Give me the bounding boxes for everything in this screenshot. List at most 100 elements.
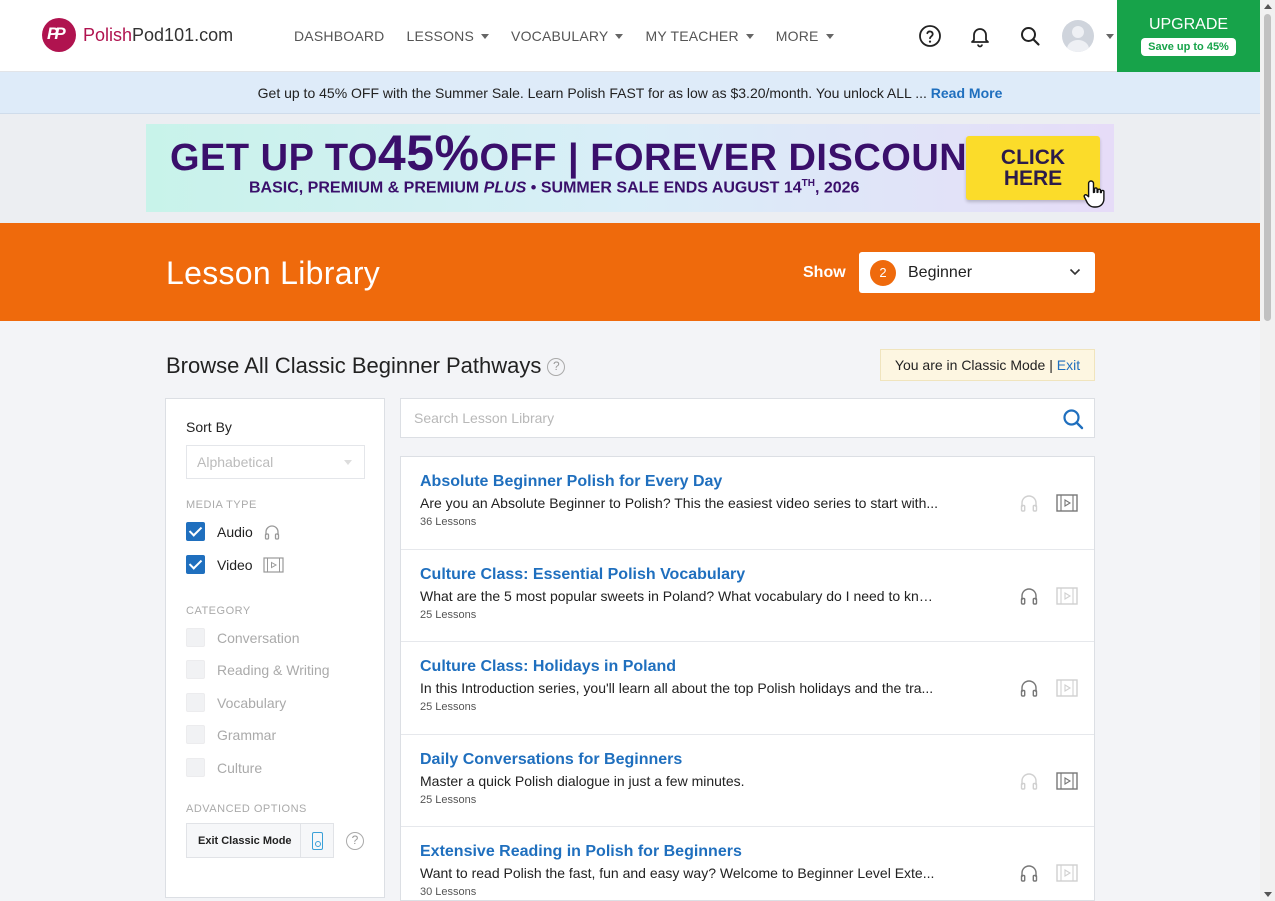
lesson-description: Want to read Polish the fast, fun and ea… — [420, 865, 935, 882]
search-box — [400, 398, 1095, 438]
lesson-count: 25 Lessons — [420, 701, 477, 714]
search-icon[interactable] — [1018, 24, 1042, 48]
library-header: Lesson Library Show 2 Beginner — [0, 223, 1260, 321]
chevron-down-icon — [745, 33, 754, 39]
level-number-badge: 2 — [870, 259, 896, 286]
lesson-row[interactable]: Culture Class: Essential Polish Vocabula… — [401, 550, 1094, 643]
lesson-description: In this Introduction series, you'll lear… — [420, 680, 934, 697]
lesson-row[interactable]: Absolute Beginner Polish for Every Day Ar… — [401, 457, 1094, 550]
category-grammar[interactable]: Grammar — [186, 725, 276, 744]
lesson-title[interactable]: Extensive Reading in Polish for Beginner… — [420, 843, 742, 861]
category-culture[interactable]: Culture — [186, 758, 262, 777]
video-label: Video — [217, 556, 253, 573]
vocabulary-checkbox[interactable] — [186, 693, 205, 712]
lesson-title[interactable]: Daily Conversations for Beginners — [420, 751, 682, 769]
logo-mark-icon: PP — [42, 18, 76, 52]
lesson-title[interactable]: Absolute Beginner Polish for Every Day — [420, 473, 722, 491]
search-icon[interactable] — [1062, 408, 1084, 430]
video-icon — [1056, 494, 1078, 512]
audio-label: Audio — [217, 523, 253, 540]
logo-text: PolishPod101.com — [83, 24, 234, 45]
upgrade-badge: Save up to 45% — [1141, 38, 1236, 56]
promo-text: Get up to 45% OFF with the Summer Sale. … — [257, 85, 931, 101]
exit-classic-mode-button[interactable]: Exit Classic Mode — [186, 823, 334, 858]
headphones-icon — [1020, 773, 1038, 790]
nav-vocabulary[interactable]: VOCABULARY — [511, 28, 624, 44]
lesson-count: 30 Lessons — [420, 886, 477, 899]
conversation-checkbox[interactable] — [186, 628, 205, 647]
search-input[interactable] — [401, 399, 1051, 437]
video-checkbox[interactable] — [186, 555, 205, 574]
main-nav: DASHBOARD LESSONS VOCABULARY MY TEACHER … — [294, 28, 856, 44]
lesson-description: What are the 5 most popular sweets in Po… — [420, 587, 940, 604]
video-icon — [262, 556, 284, 573]
audio-checkbox[interactable] — [186, 522, 205, 541]
reading-writing-checkbox[interactable] — [186, 660, 205, 679]
grammar-checkbox[interactable] — [186, 725, 205, 744]
read-more-link[interactable]: Read More — [931, 85, 1003, 101]
headphones-icon — [1020, 495, 1038, 512]
page-scrollbar[interactable] — [1260, 0, 1275, 901]
help-circle-icon[interactable] — [918, 24, 942, 48]
chevron-down-icon — [481, 33, 490, 39]
advanced-options-label: ADVANCED OPTIONS — [186, 803, 307, 815]
category-reading-writing[interactable]: Reading & Writing — [186, 660, 330, 679]
category-vocabulary[interactable]: Vocabulary — [186, 693, 286, 712]
upgrade-button[interactable]: UPGRADE Save up to 45% — [1117, 0, 1260, 72]
browse-title: Browse All Classic Beginner Pathways? — [166, 353, 566, 379]
lesson-title[interactable]: Culture Class: Holidays in Poland — [420, 658, 676, 676]
lesson-count: 25 Lessons — [420, 793, 477, 806]
ipod-icon — [300, 824, 333, 857]
scroll-down-arrow-icon[interactable] — [1264, 892, 1272, 897]
level-name: Beginner — [908, 263, 973, 281]
media-audio-row[interactable]: Audio — [186, 522, 281, 541]
avatar[interactable] — [1062, 20, 1094, 52]
help-icon[interactable]: ? — [547, 358, 566, 377]
chevron-down-icon — [825, 33, 834, 39]
video-icon — [1056, 586, 1078, 605]
culture-checkbox[interactable] — [186, 758, 205, 777]
nav-my-teacher[interactable]: MY TEACHER — [645, 28, 754, 44]
category-label: CATEGORY — [186, 605, 251, 617]
site-logo[interactable]: PP PolishPod101.com — [42, 18, 233, 52]
lesson-row[interactable]: Culture Class: Holidays in Poland In this… — [401, 642, 1094, 735]
sort-select[interactable]: Alphabetical — [186, 445, 365, 479]
video-icon — [1056, 772, 1078, 790]
help-icon[interactable]: ? — [346, 832, 364, 850]
top-header: PP PolishPod101.com DASHBOARD LESSONS VO… — [0, 0, 1260, 72]
chevron-down-icon — [344, 460, 352, 465]
sort-label: Sort By — [186, 419, 232, 435]
chevron-down-icon[interactable] — [1106, 34, 1114, 39]
lesson-row[interactable]: Daily Conversations for Beginners Master … — [401, 735, 1094, 828]
upgrade-title: UPGRADE — [1148, 16, 1229, 33]
category-conversation[interactable]: Conversation — [186, 628, 300, 647]
nav-dashboard[interactable]: DASHBOARD — [294, 28, 384, 44]
banner-headline: GET UP TO45%OFF | FOREVER DISCOUNT — [170, 125, 991, 181]
video-icon — [1056, 679, 1078, 697]
lesson-count: 36 Lessons — [420, 516, 477, 528]
lesson-description: Master a quick Polish dialogue in just a… — [420, 772, 745, 789]
headphones-icon — [1020, 680, 1038, 697]
level-select[interactable]: 2 Beginner — [859, 252, 1095, 293]
lesson-list: Absolute Beginner Polish for Every Day Ar… — [400, 456, 1095, 901]
bell-icon[interactable] — [968, 24, 992, 48]
headphones-icon — [1020, 587, 1038, 605]
scroll-thumb[interactable] — [1264, 14, 1271, 321]
nav-lessons[interactable]: LESSONS — [406, 28, 490, 44]
lesson-row[interactable]: Extensive Reading in Polish for Beginner… — [401, 827, 1094, 900]
scroll-up-arrow-icon[interactable] — [1264, 4, 1272, 9]
headphones-icon — [264, 524, 279, 540]
media-video-row[interactable]: Video — [186, 555, 284, 574]
click-here-button[interactable]: CLICK HERE — [966, 136, 1100, 200]
hand-cursor-icon — [1083, 180, 1105, 208]
filter-sidebar: Sort By Alphabetical MEDIA TYPE Audio Vi… — [165, 398, 385, 898]
show-label: Show — [803, 264, 846, 281]
lesson-title[interactable]: Culture Class: Essential Polish Vocabula… — [420, 566, 745, 584]
chevron-down-icon — [1069, 268, 1081, 276]
banner-subline: BASIC, PREMIUM & PREMIUM PLUS • SUMMER S… — [249, 178, 860, 197]
sale-banner[interactable]: GET UP TO45%OFF | FOREVER DISCOUNT BASIC… — [146, 124, 1114, 212]
promo-bar: Get up to 45% OFF with the Summer Sale. … — [0, 72, 1260, 114]
nav-more[interactable]: MORE — [776, 28, 834, 44]
lesson-count: 25 Lessons — [420, 608, 477, 621]
exit-classic-link[interactable]: Exit — [1057, 357, 1080, 373]
